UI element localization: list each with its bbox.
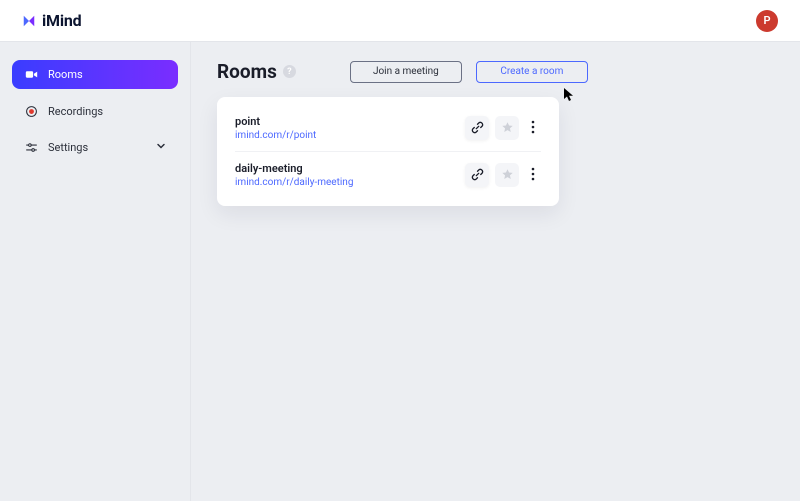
room-actions <box>465 163 541 187</box>
favorite-button[interactable] <box>495 163 519 187</box>
join-meeting-button[interactable]: Join a meeting <box>350 61 462 83</box>
sidebar-item-label: Rooms <box>48 68 83 81</box>
link-icon <box>471 119 484 138</box>
page-title: Rooms ? <box>217 60 296 83</box>
page-header: Rooms ? Join a meeting Create a room <box>217 60 774 83</box>
star-icon <box>501 166 514 185</box>
brand-logo-icon <box>22 14 36 28</box>
more-button[interactable] <box>525 163 541 187</box>
avatar[interactable]: P <box>756 10 778 32</box>
star-icon <box>501 119 514 138</box>
avatar-initial: P <box>763 14 770 27</box>
link-icon <box>471 166 484 185</box>
page-title-text: Rooms <box>217 60 277 83</box>
brand-name: iMind <box>42 11 81 30</box>
sidebar-item-label: Settings <box>48 141 88 154</box>
room-name: daily-meeting <box>235 162 455 175</box>
room-url[interactable]: imind.com/r/point <box>235 130 455 141</box>
copy-link-button[interactable] <box>465 163 489 187</box>
record-icon <box>24 104 38 118</box>
room-name: point <box>235 115 455 128</box>
room-actions <box>465 116 541 140</box>
sidebar-item-settings[interactable]: Settings <box>12 133 178 161</box>
app-header: iMind P <box>0 0 800 42</box>
more-vertical-icon <box>531 166 535 185</box>
sidebar-item-rooms[interactable]: Rooms <box>12 60 178 89</box>
room-row[interactable]: daily-meeting imind.com/r/daily-meeting <box>235 151 541 198</box>
more-button[interactable] <box>525 116 541 140</box>
copy-link-button[interactable] <box>465 116 489 140</box>
create-room-button[interactable]: Create a room <box>476 61 588 83</box>
rooms-card: point imind.com/r/point <box>217 97 559 206</box>
video-camera-icon <box>24 68 38 82</box>
sidebar-item-label: Recordings <box>48 105 103 118</box>
chevron-down-icon <box>156 141 166 154</box>
room-info: point imind.com/r/point <box>235 115 455 141</box>
join-meeting-label: Join a meeting <box>373 66 439 77</box>
more-vertical-icon <box>531 119 535 138</box>
main-content: Rooms ? Join a meeting Create a room poi… <box>190 42 800 501</box>
help-icon[interactable]: ? <box>283 65 296 78</box>
sidebar: Rooms Recordings Settings <box>0 42 190 501</box>
room-row[interactable]: point imind.com/r/point <box>217 105 559 151</box>
brand[interactable]: iMind <box>22 11 81 30</box>
create-room-label: Create a room <box>500 66 563 77</box>
room-info: daily-meeting imind.com/r/daily-meeting <box>235 162 455 188</box>
sidebar-item-recordings[interactable]: Recordings <box>12 97 178 125</box>
sliders-icon <box>24 140 38 154</box>
room-url[interactable]: imind.com/r/daily-meeting <box>235 177 455 188</box>
favorite-button[interactable] <box>495 116 519 140</box>
